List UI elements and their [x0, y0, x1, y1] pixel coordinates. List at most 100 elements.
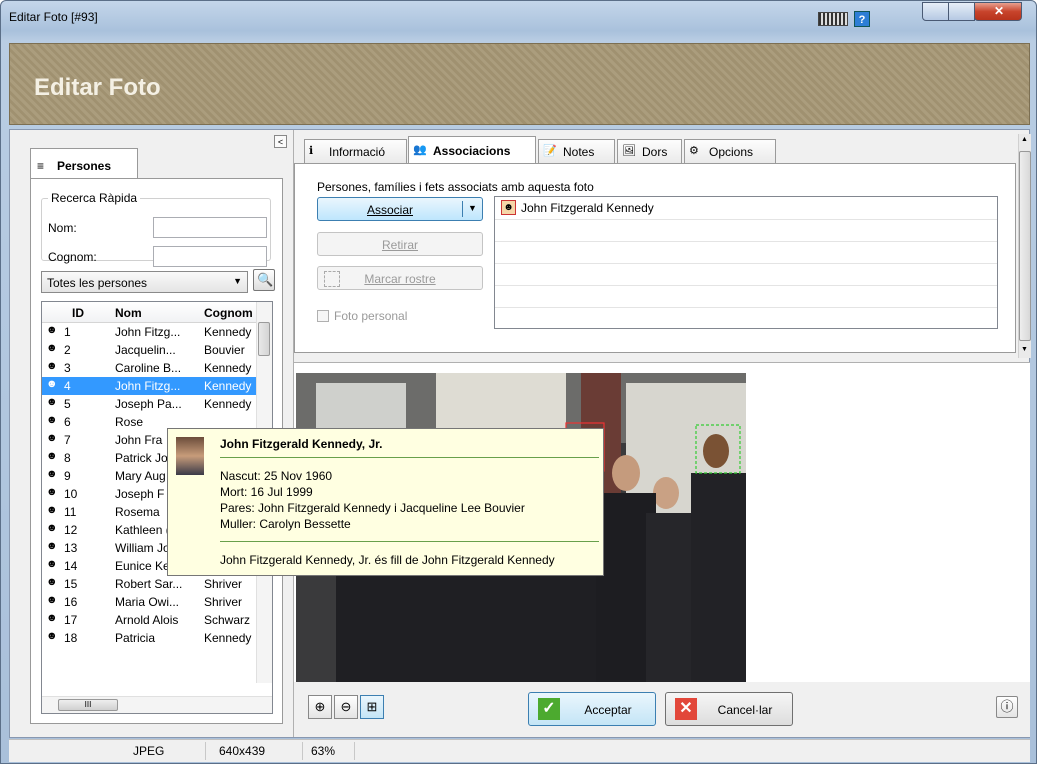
cell-id: 5 [64, 397, 71, 411]
scroll-up-icon[interactable]: ▲ [1021, 136, 1028, 143]
cell-cognom: Kennedy [204, 397, 252, 411]
list-item-label: John Fitzgerald Kennedy [521, 201, 654, 215]
cell-nom: Patricia [115, 631, 156, 645]
info-icon: ⓘ [1000, 699, 1014, 714]
title-bar[interactable]: Editar Foto [#93] ? ✕ [1, 1, 1036, 35]
collapse-panel-button[interactable]: < [274, 135, 287, 148]
cell-cognom: Kennedy [204, 325, 252, 339]
associations-list[interactable]: ☻ John Fitzgerald Kennedy [494, 196, 998, 329]
nom-input[interactable] [153, 217, 267, 238]
zoom-fit-button[interactable]: ⊞ [360, 695, 384, 719]
bottom-toolbar: ⊕ ⊖ ⊞ ✓ Acceptar ✕ Cancel·lar ⓘ [294, 682, 1030, 737]
scroll-thumb[interactable]: III [58, 699, 118, 711]
zoom-fit-icon: ⊞ [366, 699, 378, 714]
table-row[interactable]: ☻ 17 Arnold Alois Schwarz [42, 611, 260, 629]
cognom-input[interactable] [153, 246, 267, 267]
associate-button[interactable]: Associar ▼ [317, 197, 483, 221]
column-header-nom[interactable]: Nom [115, 306, 142, 320]
checkbox-box[interactable] [317, 310, 329, 322]
chevron-down-icon: ▼ [233, 276, 242, 286]
tab-opcions[interactable]: ⚙ Opcions [684, 139, 776, 163]
cell-id: 14 [64, 559, 78, 573]
scroll-thumb[interactable] [258, 322, 270, 356]
table-row[interactable]: ☻ 18 Patricia Kennedy [42, 629, 260, 647]
column-header-cognom[interactable]: Cognom [204, 306, 253, 320]
persons-filter-select[interactable]: Totes les persones ▼ [41, 271, 248, 293]
person-icon: ☻ [46, 360, 58, 372]
quick-search-group: Recerca Ràpida Nom: Cognom: [41, 191, 271, 267]
cell-id: 2 [64, 343, 71, 357]
minimize-button[interactable] [922, 2, 949, 21]
person-icon: ☻ [46, 468, 58, 480]
tab-associacions[interactable]: 👥 Associacions [408, 136, 536, 164]
zoom-out-button[interactable]: ⊖ [334, 695, 358, 719]
maximize-button[interactable] [948, 2, 975, 21]
table-row[interactable]: ☻ 16 Maria Owi... Shriver [42, 593, 260, 611]
mark-face-label: Marcar rostre [364, 272, 436, 286]
table-row[interactable]: ☻ 5 Joseph Pa... Kennedy [42, 395, 260, 413]
column-header-id[interactable]: ID [72, 306, 84, 320]
divider [495, 263, 997, 264]
cell-nom: Jacquelin... [115, 343, 176, 357]
keyboard-icon[interactable] [818, 12, 848, 26]
table-row[interactable]: ☻ 3 Caroline B... Kennedy [42, 359, 260, 377]
tooltip-relation: John Fitzgerald Kennedy, Jr. és fill de … [220, 553, 555, 567]
tab-notes[interactable]: 📝 Notes [538, 139, 615, 163]
zoom-in-button[interactable]: ⊕ [308, 695, 332, 719]
person-icon: ☻ [46, 558, 58, 570]
tooltip-parents: Pares: John Fitzgerald Kennedy i Jacquel… [220, 501, 525, 515]
person-icon: ☻ [46, 522, 58, 534]
accept-button[interactable]: ✓ Acceptar [528, 692, 656, 726]
info-button[interactable]: ⓘ [996, 696, 1018, 718]
cancel-button[interactable]: ✕ Cancel·lar [665, 692, 793, 726]
table-row[interactable]: ☻ 1 John Fitzg... Kennedy [42, 323, 260, 341]
cell-cognom: Shriver [204, 595, 243, 609]
chevron-down-icon[interactable]: ▼ [468, 203, 477, 213]
close-button[interactable]: ✕ [974, 2, 1022, 21]
person-icon: ☻ [501, 200, 516, 215]
associations-tab-page: Persones, famílies i fets associats amb … [294, 163, 1016, 353]
tab-informacio[interactable]: ℹ Informació [304, 139, 407, 163]
person-icon: ☻ [46, 414, 58, 426]
mark-face-button[interactable]: Marcar rostre [317, 266, 483, 290]
details-scrollbar[interactable]: ▲ ▼ [1018, 134, 1031, 358]
person-icon: ☻ [46, 504, 58, 516]
checkmark-icon: ✓ [538, 698, 560, 720]
cell-nom: Rose [115, 415, 144, 429]
tooltip-birth: Nascut: 25 Nov 1960 [220, 469, 333, 483]
search-button[interactable]: 🔍 [253, 269, 275, 291]
tab-label: Persones [57, 159, 112, 173]
divider [495, 241, 997, 242]
cell-cognom: Schwarz [204, 613, 251, 627]
page-title: Editar Foto [34, 74, 161, 101]
cell-id: 3 [64, 361, 71, 375]
quick-search-legend: Recerca Ràpida [51, 191, 138, 205]
checkbox-label: Foto personal [334, 309, 408, 323]
table-row[interactable]: ☻ 15 Robert Sar... Shriver [42, 575, 260, 593]
person-icon: ☻ [46, 486, 58, 498]
associate-label: Associar [366, 203, 413, 217]
divider [495, 219, 997, 220]
cell-id: 12 [64, 523, 78, 537]
help-icon[interactable]: ? [854, 11, 870, 27]
divider [220, 457, 599, 458]
table-row[interactable]: ☻ 2 Jacquelin... Bouvier [42, 341, 260, 359]
horizontal-scrollbar[interactable]: III [42, 696, 272, 713]
cell-id: 8 [64, 451, 71, 465]
tab-dors[interactable]: 🖼 Dors [617, 139, 682, 163]
scroll-down-icon[interactable]: ▼ [1021, 346, 1028, 353]
options-icon: ⚙ [689, 145, 699, 157]
search-icon: 🔍 [257, 272, 274, 287]
cell-id: 15 [64, 577, 78, 591]
table-row[interactable]: ☻ 4 John Fitzg... Kennedy [42, 377, 260, 395]
cell-id: 11 [64, 505, 77, 519]
remove-button[interactable]: Retirar [317, 232, 483, 256]
tab-persones[interactable]: ≡ Persones [30, 148, 138, 179]
cell-id: 4 [64, 379, 71, 393]
editar-foto-window: Editar Foto [#93] ? ✕ Editar Foto < ≡ Pe… [0, 0, 1037, 764]
window-title: Editar Foto [#93] [9, 10, 98, 24]
cell-nom: Caroline B... [115, 361, 182, 375]
cell-id: 9 [64, 469, 71, 483]
person-icon: ☻ [46, 396, 58, 408]
scroll-thumb[interactable] [1019, 151, 1031, 341]
